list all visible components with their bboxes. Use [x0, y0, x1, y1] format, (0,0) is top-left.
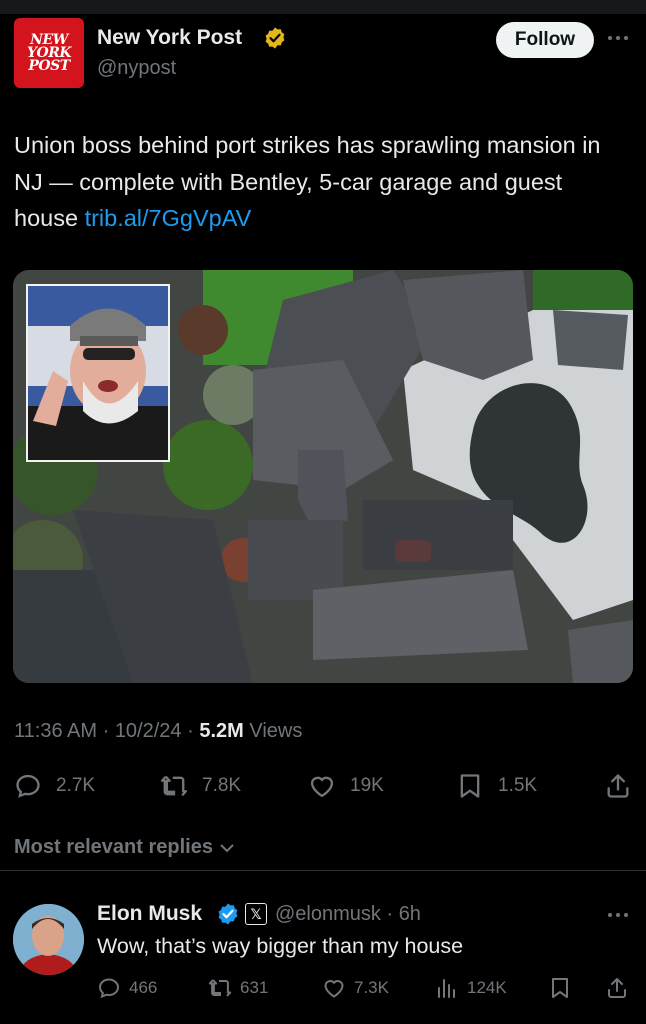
more-options-icon[interactable]: [606, 34, 630, 42]
tweet-text: Union boss behind port strikes has spraw…: [14, 127, 614, 237]
reply-like-button[interactable]: 7.3K: [322, 975, 389, 1001]
tweet-meta: 11:36 AM · 10/2/24 · 5.2M Views: [14, 720, 302, 743]
share-button[interactable]: [604, 771, 632, 801]
reply-like-count: 7.3K: [354, 978, 389, 997]
elon-avatar-image: [13, 904, 84, 975]
heart-icon: [310, 776, 334, 798]
tweet-link[interactable]: trib.al/7GgVpAV: [85, 205, 252, 231]
nypost-avatar[interactable]: NEW YORK POST: [14, 18, 84, 88]
views-label: Views: [243, 720, 303, 742]
reply-views-button[interactable]: 124K: [435, 975, 507, 1001]
repost-count: 7.8K: [202, 775, 242, 796]
inset-portrait-photo: [26, 284, 170, 462]
reply-views-count: 124K: [467, 978, 507, 997]
gold-verified-badge-icon: [265, 27, 285, 49]
reply-reply-button[interactable]: 466: [97, 975, 157, 1001]
reply-share-button[interactable]: [605, 975, 629, 1001]
reply-bookmark-button[interactable]: [548, 975, 572, 1001]
heart-icon: [324, 980, 344, 998]
tweet-date[interactable]: 10/2/24: [115, 720, 182, 742]
reply-icon: [16, 774, 40, 798]
portrait-illustration: [28, 286, 168, 460]
top-bar: [0, 0, 646, 14]
author-handle[interactable]: @nypost: [97, 57, 176, 80]
blue-verified-badge-icon: [218, 903, 238, 925]
chevron-down-icon: [220, 843, 234, 852]
reply-author-name[interactable]: Elon Musk: [97, 902, 202, 926]
reply-repost-count: 631: [240, 978, 269, 997]
share-icon: [607, 774, 629, 798]
reply-text: Wow, that’s way bigger than my house: [97, 934, 464, 958]
reply-actions: 466 631 7.3K 124K: [97, 975, 633, 1001]
like-button[interactable]: 19K: [308, 771, 384, 801]
meta-separator: ·: [97, 720, 115, 742]
tweet-time[interactable]: 11:36 AM: [14, 720, 97, 742]
share-icon: [608, 978, 626, 998]
author-name[interactable]: New York Post: [97, 26, 242, 50]
reply-reply-count: 466: [129, 978, 158, 997]
reply-tweet[interactable]: Elon Musk 𝕏 @elonmusk · 6h Wow, that’s w…: [0, 871, 646, 1024]
reply-handle-line: @elonmusk · 6h: [275, 903, 421, 926]
tweet-header: NEW YORK POST New York Post @nypost Foll…: [14, 16, 632, 90]
bookmark-count: 1.5K: [498, 775, 538, 796]
replies-sort-dropdown[interactable]: Most relevant replies: [14, 836, 235, 859]
reply-handle[interactable]: @elonmusk: [275, 903, 381, 925]
views-chart-icon: [438, 979, 455, 998]
meta-separator: ·: [181, 720, 200, 742]
logo-line-3: POST: [28, 57, 70, 74]
like-count: 19K: [350, 775, 384, 796]
tweet-photo[interactable]: [13, 270, 633, 683]
views-count: 5.2M: [199, 720, 244, 742]
tweet-actions: 2.7K 7.8K 19K 1.5K: [14, 771, 634, 801]
replies-sort-label: Most relevant replies: [14, 836, 213, 858]
repost-icon: [208, 979, 232, 997]
bookmark-icon: [460, 774, 480, 798]
reply-time[interactable]: 6h: [399, 903, 421, 925]
reply-count: 2.7K: [56, 775, 96, 796]
reply-separator: ·: [380, 903, 399, 925]
repost-button[interactable]: 7.8K: [160, 771, 241, 801]
avatar[interactable]: [13, 904, 84, 975]
reply-button[interactable]: 2.7K: [14, 771, 95, 801]
reply-more-options-icon[interactable]: [606, 911, 630, 919]
reply-repost-button[interactable]: 631: [208, 975, 268, 1001]
bookmark-icon: [552, 978, 568, 998]
bookmark-button[interactable]: 1.5K: [456, 771, 537, 801]
repost-icon: [160, 775, 188, 797]
follow-button[interactable]: Follow: [496, 22, 594, 58]
reply-icon: [98, 978, 120, 999]
x-affiliation-badge-icon: 𝕏: [245, 903, 267, 925]
